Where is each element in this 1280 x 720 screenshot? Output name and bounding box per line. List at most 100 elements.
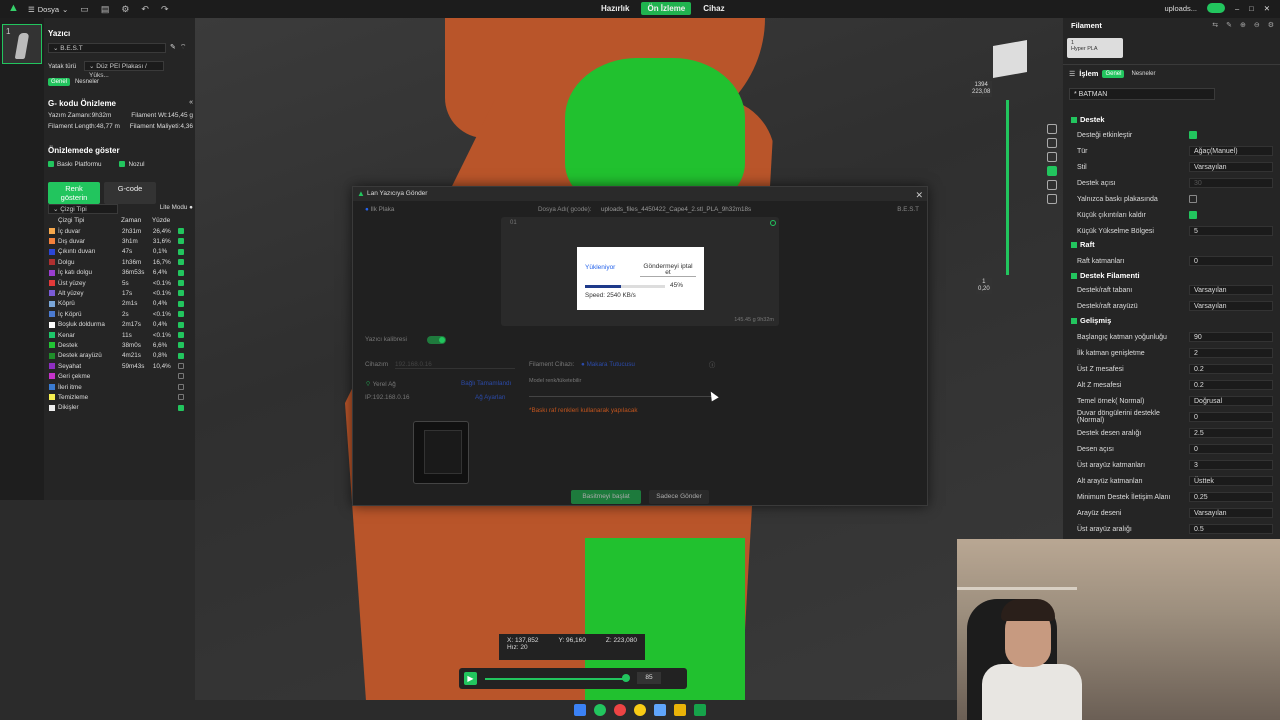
line-type-visible-check[interactable] [178, 373, 185, 380]
play-button[interactable]: ▶ [464, 672, 477, 685]
show-nozzle-check[interactable] [119, 161, 126, 168]
dialog-filename-value[interactable]: uploads_files_4450422_Cape4_2.stl_PLA_9h… [601, 206, 751, 213]
maximize-icon[interactable]: □ [1249, 4, 1254, 13]
move-slider-handle[interactable] [622, 674, 630, 682]
show-nozzle-option[interactable]: Nozul [119, 161, 145, 168]
settings-icon[interactable]: ⚙ [121, 4, 129, 15]
collapse-icon[interactable]: « [189, 99, 193, 108]
filament-sync-icon[interactable]: ⇆ [1212, 21, 1218, 29]
setting-value[interactable]: 0.5 [1189, 524, 1273, 534]
layers-icon[interactable] [1047, 124, 1057, 134]
layer-slider[interactable] [1006, 100, 1009, 275]
show-bed-option[interactable]: Baskı Platformu [48, 161, 101, 168]
spotify-icon[interactable] [594, 704, 606, 716]
redo-icon[interactable]: ↷ [161, 4, 169, 15]
line-type-visible-check[interactable] [178, 404, 185, 411]
chrome-icon[interactable] [634, 704, 646, 716]
filament-settings-icon[interactable]: ⚙ [1268, 21, 1274, 29]
folder-icon[interactable] [674, 704, 686, 716]
setting-value[interactable]: Varsayılan [1189, 508, 1273, 518]
arrange-icon[interactable] [1047, 194, 1057, 204]
view-cube[interactable] [993, 40, 1027, 78]
line-type-visible-check[interactable] [178, 269, 185, 276]
process-preset-select[interactable]: * BATMAN [1069, 88, 1215, 100]
setting-value[interactable]: 5 [1189, 226, 1273, 236]
setting-value[interactable]: Üsttek [1189, 476, 1273, 486]
setting-value[interactable]: 2 [1189, 348, 1273, 358]
rotate-icon[interactable] [1047, 152, 1057, 162]
setting-checkbox[interactable] [1189, 131, 1197, 139]
lite-mode-toggle[interactable]: Lite Modu ● [160, 204, 193, 214]
device-select[interactable]: 192.168.0.16 [395, 361, 515, 369]
network-settings-link[interactable]: Ağ Ayarları [475, 394, 506, 401]
lan-status-link[interactable]: Bağlı Tamamlandı [461, 380, 511, 387]
line-type-visible-check[interactable] [178, 342, 185, 349]
filament-slot[interactable]: 1 Hyper PLA [1067, 38, 1123, 58]
line-type-visible-check[interactable] [178, 238, 185, 245]
setting-checkbox[interactable] [1189, 195, 1197, 203]
setting-value[interactable]: 0 [1189, 256, 1273, 266]
setting-value[interactable]: Ağaç(Manuel) [1189, 146, 1273, 156]
line-type-visible-check[interactable] [178, 259, 185, 266]
setting-value[interactable]: 0.2 [1189, 380, 1273, 390]
plate-thumbnail[interactable]: 1 [2, 24, 42, 64]
filament-add-icon[interactable]: ⊕ [1240, 21, 1246, 29]
start-print-button[interactable]: Basitmeyi başlat [571, 490, 641, 504]
send-only-button[interactable]: Sadece Gönder [649, 490, 709, 504]
setting-value[interactable]: 0.25 [1189, 492, 1273, 502]
support-paint-icon[interactable] [1047, 166, 1057, 176]
tab-preview[interactable]: Ön İzleme [641, 2, 692, 15]
line-type-visible-check[interactable] [178, 394, 185, 401]
save-icon[interactable]: ▤ [101, 4, 110, 15]
measure-icon[interactable] [1047, 180, 1057, 190]
view-icon[interactable] [1047, 138, 1057, 148]
cloud-sync-icon[interactable] [1207, 3, 1225, 13]
setting-value[interactable]: 0 [1189, 412, 1273, 422]
minimize-icon[interactable]: – [1235, 4, 1239, 13]
line-type-visible-check[interactable] [178, 248, 185, 255]
line-type-visible-check[interactable] [178, 383, 185, 390]
windows-start-icon[interactable] [574, 704, 586, 716]
open-folder-icon[interactable]: ▭ [80, 4, 89, 15]
slicer-app-icon[interactable] [694, 704, 706, 716]
undo-icon[interactable]: ↶ [141, 4, 149, 15]
calibration-toggle[interactable] [427, 336, 446, 344]
bed-type-select[interactable]: ⌄ Düz PEI Plakası / Yüks... [84, 61, 164, 79]
setting-value[interactable]: 30 [1189, 178, 1273, 188]
cancel-send-link[interactable]: Göndermeyi iptal et [640, 263, 696, 277]
edit-printer-icon[interactable]: ✎ [170, 43, 176, 53]
setting-value[interactable]: 90 [1189, 332, 1273, 342]
setting-checkbox[interactable] [1189, 211, 1197, 219]
setting-value[interactable]: 0 [1189, 444, 1273, 454]
move-slider-track[interactable] [485, 678, 627, 680]
line-type-visible-check[interactable] [178, 331, 185, 338]
line-type-visible-check[interactable] [178, 321, 185, 328]
info-icon[interactable]: ⓘ [709, 360, 715, 369]
line-type-visible-check[interactable] [178, 363, 185, 370]
color-mode-button[interactable]: Renk gösterin [48, 182, 100, 204]
process-chip-objects[interactable]: Nesneler [1128, 70, 1158, 78]
setting-value[interactable]: Varsayılan [1189, 301, 1273, 311]
setting-value[interactable]: Varsayılan [1189, 285, 1273, 295]
filament-remove-icon[interactable]: ⊖ [1254, 21, 1260, 29]
line-type-select[interactable]: ⌄ Çizgi Tipi [48, 204, 118, 214]
tab-prepare[interactable]: Hazırlık [595, 2, 635, 15]
line-type-visible-check[interactable] [178, 352, 185, 359]
wifi-icon[interactable]: ⌔ [180, 43, 187, 53]
line-type-visible-check[interactable] [178, 228, 185, 235]
chip-global[interactable]: Genel [48, 78, 71, 86]
gcode-mode-button[interactable]: G-code [104, 182, 156, 204]
spool-holder-option[interactable]: ● Makara Tutucusu [581, 361, 635, 368]
show-bed-check[interactable] [48, 161, 54, 168]
close-icon[interactable]: ✕ [1264, 4, 1270, 13]
setting-value[interactable]: Doğrusal [1189, 396, 1273, 406]
chip-objects[interactable]: Nesneler [72, 78, 102, 86]
dialog-close-icon[interactable]: ✕ [915, 188, 923, 202]
line-type-visible-check[interactable] [178, 300, 185, 307]
setting-value[interactable]: 3 [1189, 460, 1273, 470]
line-type-visible-check[interactable] [178, 290, 185, 297]
line-type-visible-check[interactable] [178, 311, 185, 318]
filament-edit-icon[interactable]: ✎ [1226, 21, 1232, 29]
process-chip-global[interactable]: Genel [1102, 69, 1125, 78]
setting-value[interactable]: 0.2 [1189, 364, 1273, 374]
